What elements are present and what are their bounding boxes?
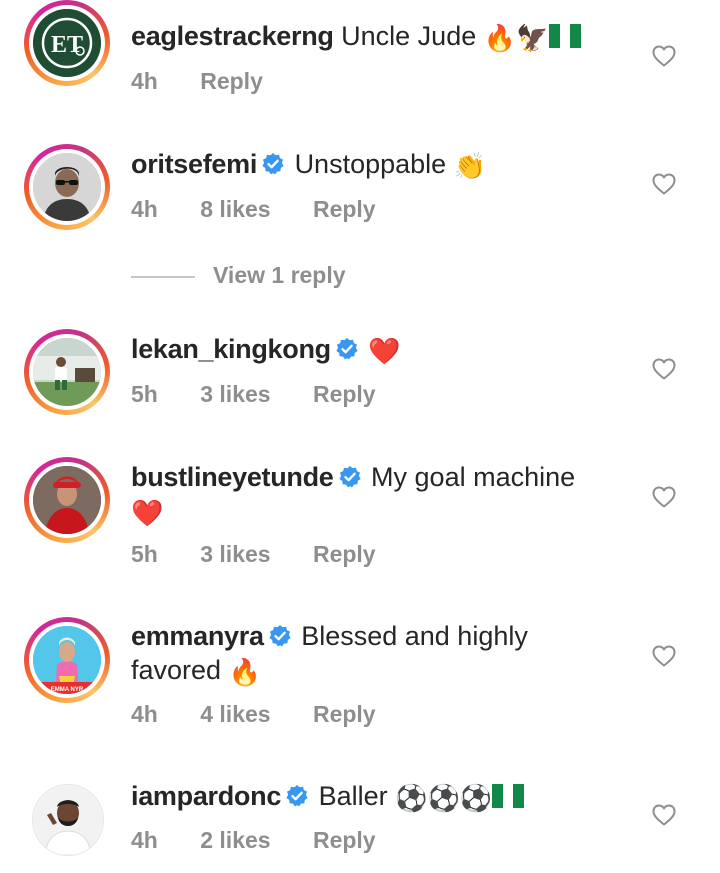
comment-likes[interactable]: 3 likes	[200, 541, 270, 568]
svg-text:EMMA NYR: EMMA NYR	[51, 687, 84, 693]
verified-badge-icon	[262, 153, 284, 175]
comment-time: 5h	[131, 381, 158, 407]
comment-meta: 4h 8 likes Reply	[131, 196, 412, 223]
avatar[interactable]: EMMA NYR	[24, 617, 110, 703]
avatar[interactable]	[24, 144, 110, 230]
comment-username[interactable]: emmanyra	[131, 621, 264, 651]
comment-username[interactable]: oritsefemi	[131, 149, 257, 179]
verified-badge-icon	[269, 625, 291, 647]
comment-likes[interactable]: 2 likes	[200, 827, 270, 854]
woman-colorful-outfit-icon: EMMA NYR	[33, 626, 101, 694]
comment-username[interactable]: iampardonc	[131, 781, 281, 811]
comment-body: iampardonc Baller ⚽⚽⚽	[131, 779, 631, 813]
reply-button[interactable]: Reply	[313, 381, 376, 408]
comment-likes[interactable]: 3 likes	[200, 381, 270, 408]
soccer-ball-emoji: ⚽	[459, 782, 493, 813]
avatar[interactable]	[24, 329, 110, 415]
fire-emoji: 🔥	[483, 22, 517, 53]
comment-time: 4h	[131, 701, 158, 727]
comment-time: 4h	[131, 196, 158, 222]
divider	[131, 275, 195, 278]
et-logo-icon: ET	[33, 9, 101, 77]
view-replies-button[interactable]: View 1 reply	[131, 262, 346, 289]
nigeria-flag-icon	[492, 784, 525, 808]
verified-badge-icon	[286, 785, 308, 807]
comment-body: oritsefemi Unstoppable 👏	[131, 147, 631, 181]
comment-body: emmanyra Blessed and highly favored 🔥	[131, 619, 631, 687]
soccer-ball-emoji: ⚽	[427, 782, 460, 813]
comment-time: 4h	[131, 68, 158, 94]
avatar[interactable]	[24, 776, 110, 862]
avatar[interactable]	[24, 457, 110, 543]
soccer-ball-emoji: ⚽	[395, 782, 428, 813]
nigeria-flag-icon	[548, 24, 581, 48]
comment-body: bustlineyetunde My goal machine ❤️	[131, 460, 631, 528]
reply-button[interactable]: Reply	[313, 827, 376, 854]
comment-text: Unstoppable	[294, 149, 447, 179]
comment-meta: 4h 2 likes Reply	[131, 827, 412, 854]
bearded-man-icon	[33, 785, 103, 855]
reply-button[interactable]: Reply	[313, 541, 376, 568]
comment-meta: 5h 3 likes Reply	[131, 541, 412, 568]
comment-username[interactable]: bustlineyetunde	[131, 462, 334, 492]
fire-emoji: 🔥	[228, 656, 261, 687]
verified-badge-icon	[336, 338, 358, 360]
comment-likes[interactable]: 8 likes	[200, 196, 270, 223]
view-replies-label: View 1 reply	[213, 262, 346, 288]
heart-icon[interactable]	[652, 45, 676, 67]
comment-meta: 5h 3 likes Reply	[131, 381, 412, 408]
comment-likes[interactable]: 4 likes	[200, 701, 270, 728]
heart-icon[interactable]	[652, 173, 676, 195]
verified-badge-icon	[338, 466, 361, 488]
reply-button[interactable]: Reply	[313, 701, 376, 728]
clapping-hands-emoji: 👏	[453, 150, 487, 181]
comment-body: lekan_kingkong ❤️	[131, 332, 631, 366]
comment-body: eaglestrackerng Uncle Jude 🔥🦅	[131, 19, 631, 53]
comment-text: Baller	[318, 781, 388, 811]
heart-icon[interactable]	[652, 645, 676, 667]
heart-icon[interactable]	[652, 804, 676, 826]
comment-text: My goal machine	[371, 462, 576, 492]
avatar[interactable]: ET	[24, 0, 110, 86]
red-heart-emoji: ❤️	[368, 335, 401, 366]
man-on-lawn-icon	[33, 338, 101, 406]
comment-username[interactable]: lekan_kingkong	[131, 334, 331, 364]
comment-text: Uncle Jude	[341, 21, 477, 51]
comment-meta: 4h Reply	[131, 68, 299, 95]
man-with-sunglasses-icon	[33, 153, 101, 221]
heart-icon[interactable]	[652, 486, 676, 508]
comment-meta: 4h 4 likes Reply	[131, 701, 412, 728]
red-heart-emoji: ❤️	[131, 497, 164, 528]
reply-button[interactable]: Reply	[313, 196, 376, 223]
comment-username[interactable]: eaglestrackerng	[131, 21, 334, 51]
comment-text: Blessed and highly	[301, 621, 528, 651]
comment-time: 4h	[131, 827, 158, 853]
comment-text-continued: favored	[131, 655, 222, 685]
comment-time: 5h	[131, 541, 158, 567]
woman-in-red-icon	[33, 466, 101, 534]
heart-icon[interactable]	[652, 358, 676, 380]
eagle-emoji: 🦅	[516, 22, 549, 53]
reply-button[interactable]: Reply	[200, 68, 263, 95]
